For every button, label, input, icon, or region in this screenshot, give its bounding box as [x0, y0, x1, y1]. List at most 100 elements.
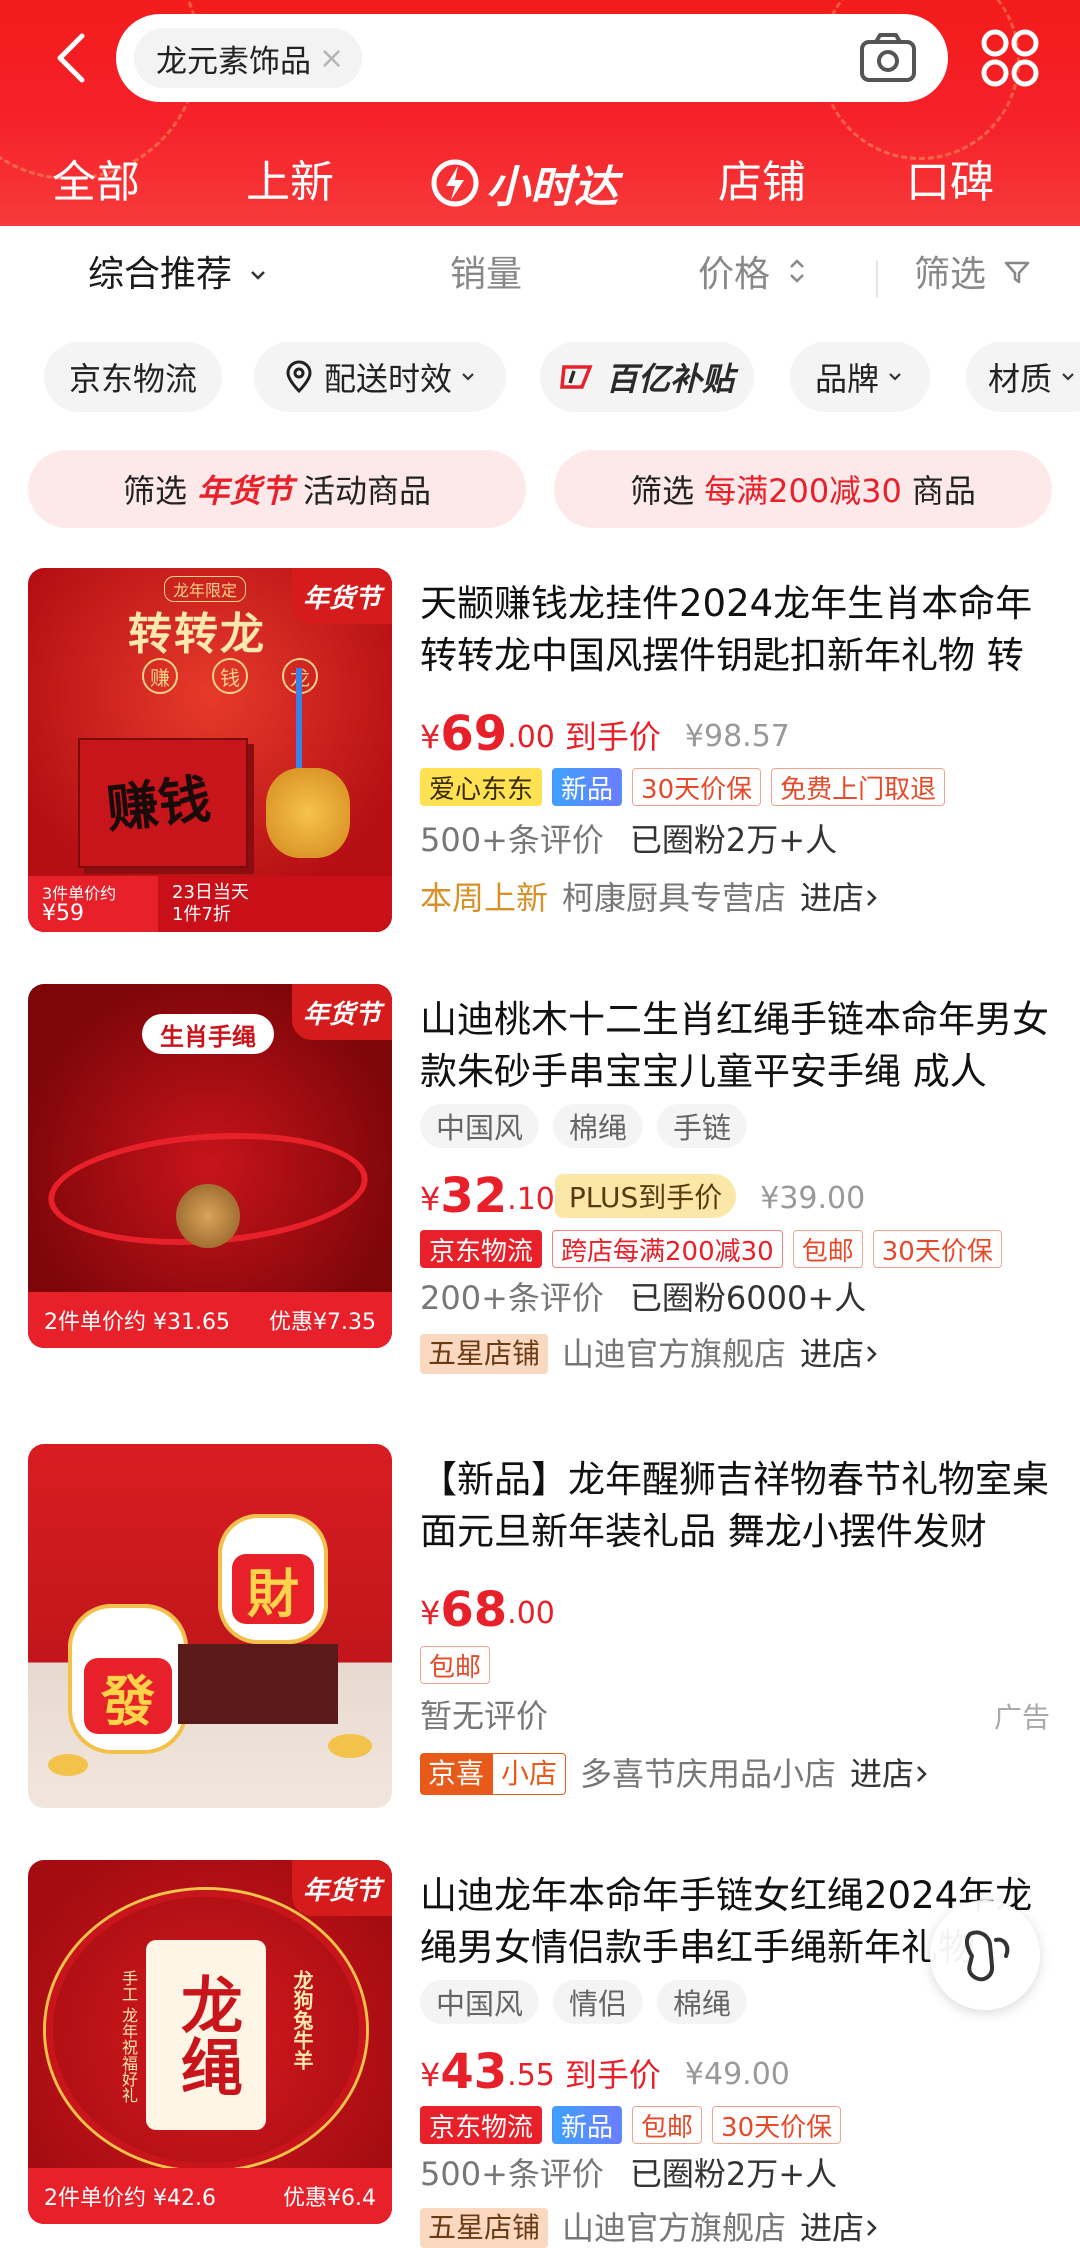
promo-newyear-filter[interactable]: 筛选 年货节 活动商品	[28, 450, 526, 528]
fan-count: 已圈粉2万+人	[629, 2155, 838, 2193]
product-card[interactable]: 生肖手绳 年货节 2件单价约 ¥31.65 优惠¥7.35 山迪桃木十二生肖红绳…	[0, 984, 1080, 1374]
product-card[interactable]: 財 發 【新品】龙年醒狮吉祥物春节礼物室桌面元旦新年装礼品 舞龙小摆件发财 ¥ …	[0, 1444, 1080, 1814]
strip-right: 23日当天 1件7折	[158, 876, 392, 932]
sort-price-label: 价格	[698, 254, 771, 295]
chevron-right-icon	[867, 2220, 877, 2236]
tab-reviews[interactable]: 口碑	[906, 150, 994, 216]
filter-delivery-time[interactable]: 配送时效	[254, 342, 506, 412]
badge: 京东物流	[420, 2106, 543, 2144]
shop-row[interactable]: 五星店铺 山迪官方旗舰店 进店	[420, 2206, 880, 2248]
chevron-down-icon	[1062, 373, 1074, 381]
five-star-shop-badge: 五星店铺	[420, 1334, 549, 1374]
product-title[interactable]: 天颛赚钱龙挂件2024龙年生肖本命年转转龙中国风摆件钥匙扣新年礼物 转	[420, 578, 1050, 682]
divider	[876, 260, 878, 298]
price-row: ¥ 32 .10 PLUS到手价 ¥39.00	[420, 1170, 865, 1222]
shop-name: 山迪官方旗舰店	[562, 2209, 787, 2247]
shop-row[interactable]: 五星店铺 山迪官方旗舰店 进店	[420, 1332, 880, 1376]
product-image[interactable]: 財 發	[28, 1444, 392, 1808]
filter-material[interactable]: 材质	[966, 342, 1080, 412]
sort-overall[interactable]: 综合推荐	[88, 252, 269, 298]
newyear-badge: 年货节	[292, 568, 392, 624]
tab-hourly-delivery[interactable]: 小时达	[430, 150, 618, 216]
promo-suffix: 商品	[911, 472, 976, 510]
filter-subsidy[interactable]: 百亿补贴	[540, 342, 754, 412]
price-decimal: .55	[507, 2058, 555, 2093]
attribute-tag[interactable]: 中国风	[420, 1104, 540, 1148]
badges: 包邮	[420, 1646, 491, 1684]
tab-store[interactable]: 店铺	[718, 150, 806, 216]
price-decimal: .10	[507, 1182, 555, 1217]
chevron-right-icon	[867, 1346, 877, 1362]
product-card[interactable]: 龙年限定 转转龙 赚 钱 龙 赚钱 年货节 3件单价约 ¥59 23日当天 1件	[0, 568, 1080, 938]
chevron-right-icon	[867, 890, 877, 906]
lion-char: 發	[84, 1658, 172, 1734]
promo-discount-filter[interactable]: 筛选 每满200减30 商品	[554, 450, 1052, 528]
image-char: 赚	[142, 658, 178, 694]
review-count: 200+条评价	[420, 1279, 604, 1317]
attribute-tag[interactable]: 中国风	[420, 1980, 540, 2024]
promo-prefix: 筛选	[630, 472, 695, 510]
product-title[interactable]: 山迪桃木十二生肖红绳手链本命年男女款朱砂手串宝宝儿童平安手绳 成人	[420, 994, 1050, 1098]
strip-right-line2: 1件7折	[172, 904, 231, 925]
shop-row[interactable]: 本周上新 柯康厨具专营店 进店	[420, 876, 880, 920]
ad-label: 广告	[993, 1701, 1050, 1734]
product-meta: 500+条评价 已圈粉2万+人	[420, 818, 837, 862]
price-row: ¥ 43 .55 到手价 ¥49.00	[420, 2046, 790, 2098]
badge: 跨店每满200减30	[552, 1230, 783, 1268]
badge: 新品	[552, 768, 623, 806]
shop-row[interactable]: 京喜 小店 多喜节庆用品小店 进店	[420, 1752, 930, 1796]
attribute-tag[interactable]: 情侣	[553, 1980, 644, 2024]
product-image[interactable]: 龙年限定 转转龙 赚 钱 龙 赚钱 年货节 3件单价约 ¥59 23日当天 1件	[28, 568, 392, 932]
search-query-chip[interactable]: 龙元素饰品 ×	[134, 28, 363, 88]
badge: 30天价保	[712, 2106, 842, 2144]
filter-button[interactable]: 筛选	[914, 252, 1031, 298]
filter-jd-logistics[interactable]: 京东物流	[44, 342, 222, 412]
clear-query-button[interactable]: ×	[319, 41, 344, 76]
currency: ¥	[420, 718, 441, 756]
sort-arrows-icon	[790, 259, 805, 283]
product-meta: 500+条评价 已圈粉2万+人	[420, 2152, 837, 2196]
tab-all[interactable]: 全部	[52, 150, 140, 216]
product-meta: 200+条评价 已圈粉6000+人	[420, 1276, 866, 1320]
promo-highlight: 年货节	[196, 472, 293, 510]
camera-icon[interactable]	[858, 32, 918, 84]
enter-shop-link[interactable]: 进店	[800, 2206, 864, 2248]
filter-brand-label: 品牌	[814, 360, 879, 398]
badge: 新品	[552, 2106, 623, 2144]
search-input[interactable]: 龙元素饰品 ×	[116, 14, 948, 102]
badges: 京东物流 跨店每满200减30 包邮 30天价保	[420, 1230, 1002, 1268]
enter-shop-link[interactable]: 进店	[850, 1752, 914, 1796]
back-button[interactable]	[44, 22, 100, 94]
attribute-tag[interactable]: 手链	[657, 1104, 748, 1148]
browsing-history-button[interactable]	[930, 1900, 1040, 2010]
price-strip: 3件单价约 ¥59 23日当天 1件7折	[28, 876, 392, 932]
badge: 包邮	[632, 2106, 703, 2144]
tab-new[interactable]: 上新	[246, 150, 334, 216]
original-price: ¥49.00	[684, 2057, 790, 2092]
product-card[interactable]: 龙绳 手工 龙年祝福好礼 龙狗兔牛羊 年货节 2件单价约 ¥42.6 优惠¥6.…	[0, 1860, 1080, 2248]
strip-right: 优惠¥7.35	[269, 1310, 376, 1335]
header: 龙元素饰品 × 全部 上新 店铺 口碑 小时达	[0, 0, 1080, 226]
filter-brand[interactable]: 品牌	[790, 342, 930, 412]
price-decimal: .00	[507, 720, 555, 755]
product-image[interactable]: 生肖手绳 年货节 2件单价约 ¥31.65 优惠¥7.35	[28, 984, 392, 1348]
grid-menu-icon[interactable]	[980, 28, 1040, 88]
newyear-badge: 年货节	[292, 1860, 392, 1916]
product-title[interactable]: 【新品】龙年醒狮吉祥物春节礼物室桌面元旦新年装礼品 舞龙小摆件发财	[420, 1454, 1050, 1558]
sort-sales[interactable]: 销量	[450, 252, 522, 298]
enter-shop-link[interactable]: 进店	[800, 1332, 864, 1376]
gift-box-graphic: 赚钱	[78, 738, 248, 868]
footprint-icon	[964, 1930, 1010, 1982]
chevron-down-icon	[889, 373, 901, 381]
product-image[interactable]: 龙绳 手工 龙年祝福好礼 龙狗兔牛羊 年货节 2件单价约 ¥42.6 优惠¥6.…	[28, 1860, 392, 2224]
badge: 爱心东东	[420, 768, 543, 806]
product-meta: 暂无评价	[420, 1694, 548, 1738]
fan-count: 已圈粉6000+人	[629, 1279, 867, 1317]
sort-price[interactable]: 价格	[698, 252, 809, 298]
promo-suffix: 活动商品	[303, 472, 432, 510]
gift-box-text: 赚钱	[103, 769, 214, 841]
attribute-tag[interactable]: 棉绳	[657, 1980, 748, 2024]
enter-shop-link[interactable]: 进店	[800, 876, 864, 920]
attribute-tag[interactable]: 棉绳	[553, 1104, 644, 1148]
small-shop-label: 小店	[492, 1753, 567, 1795]
